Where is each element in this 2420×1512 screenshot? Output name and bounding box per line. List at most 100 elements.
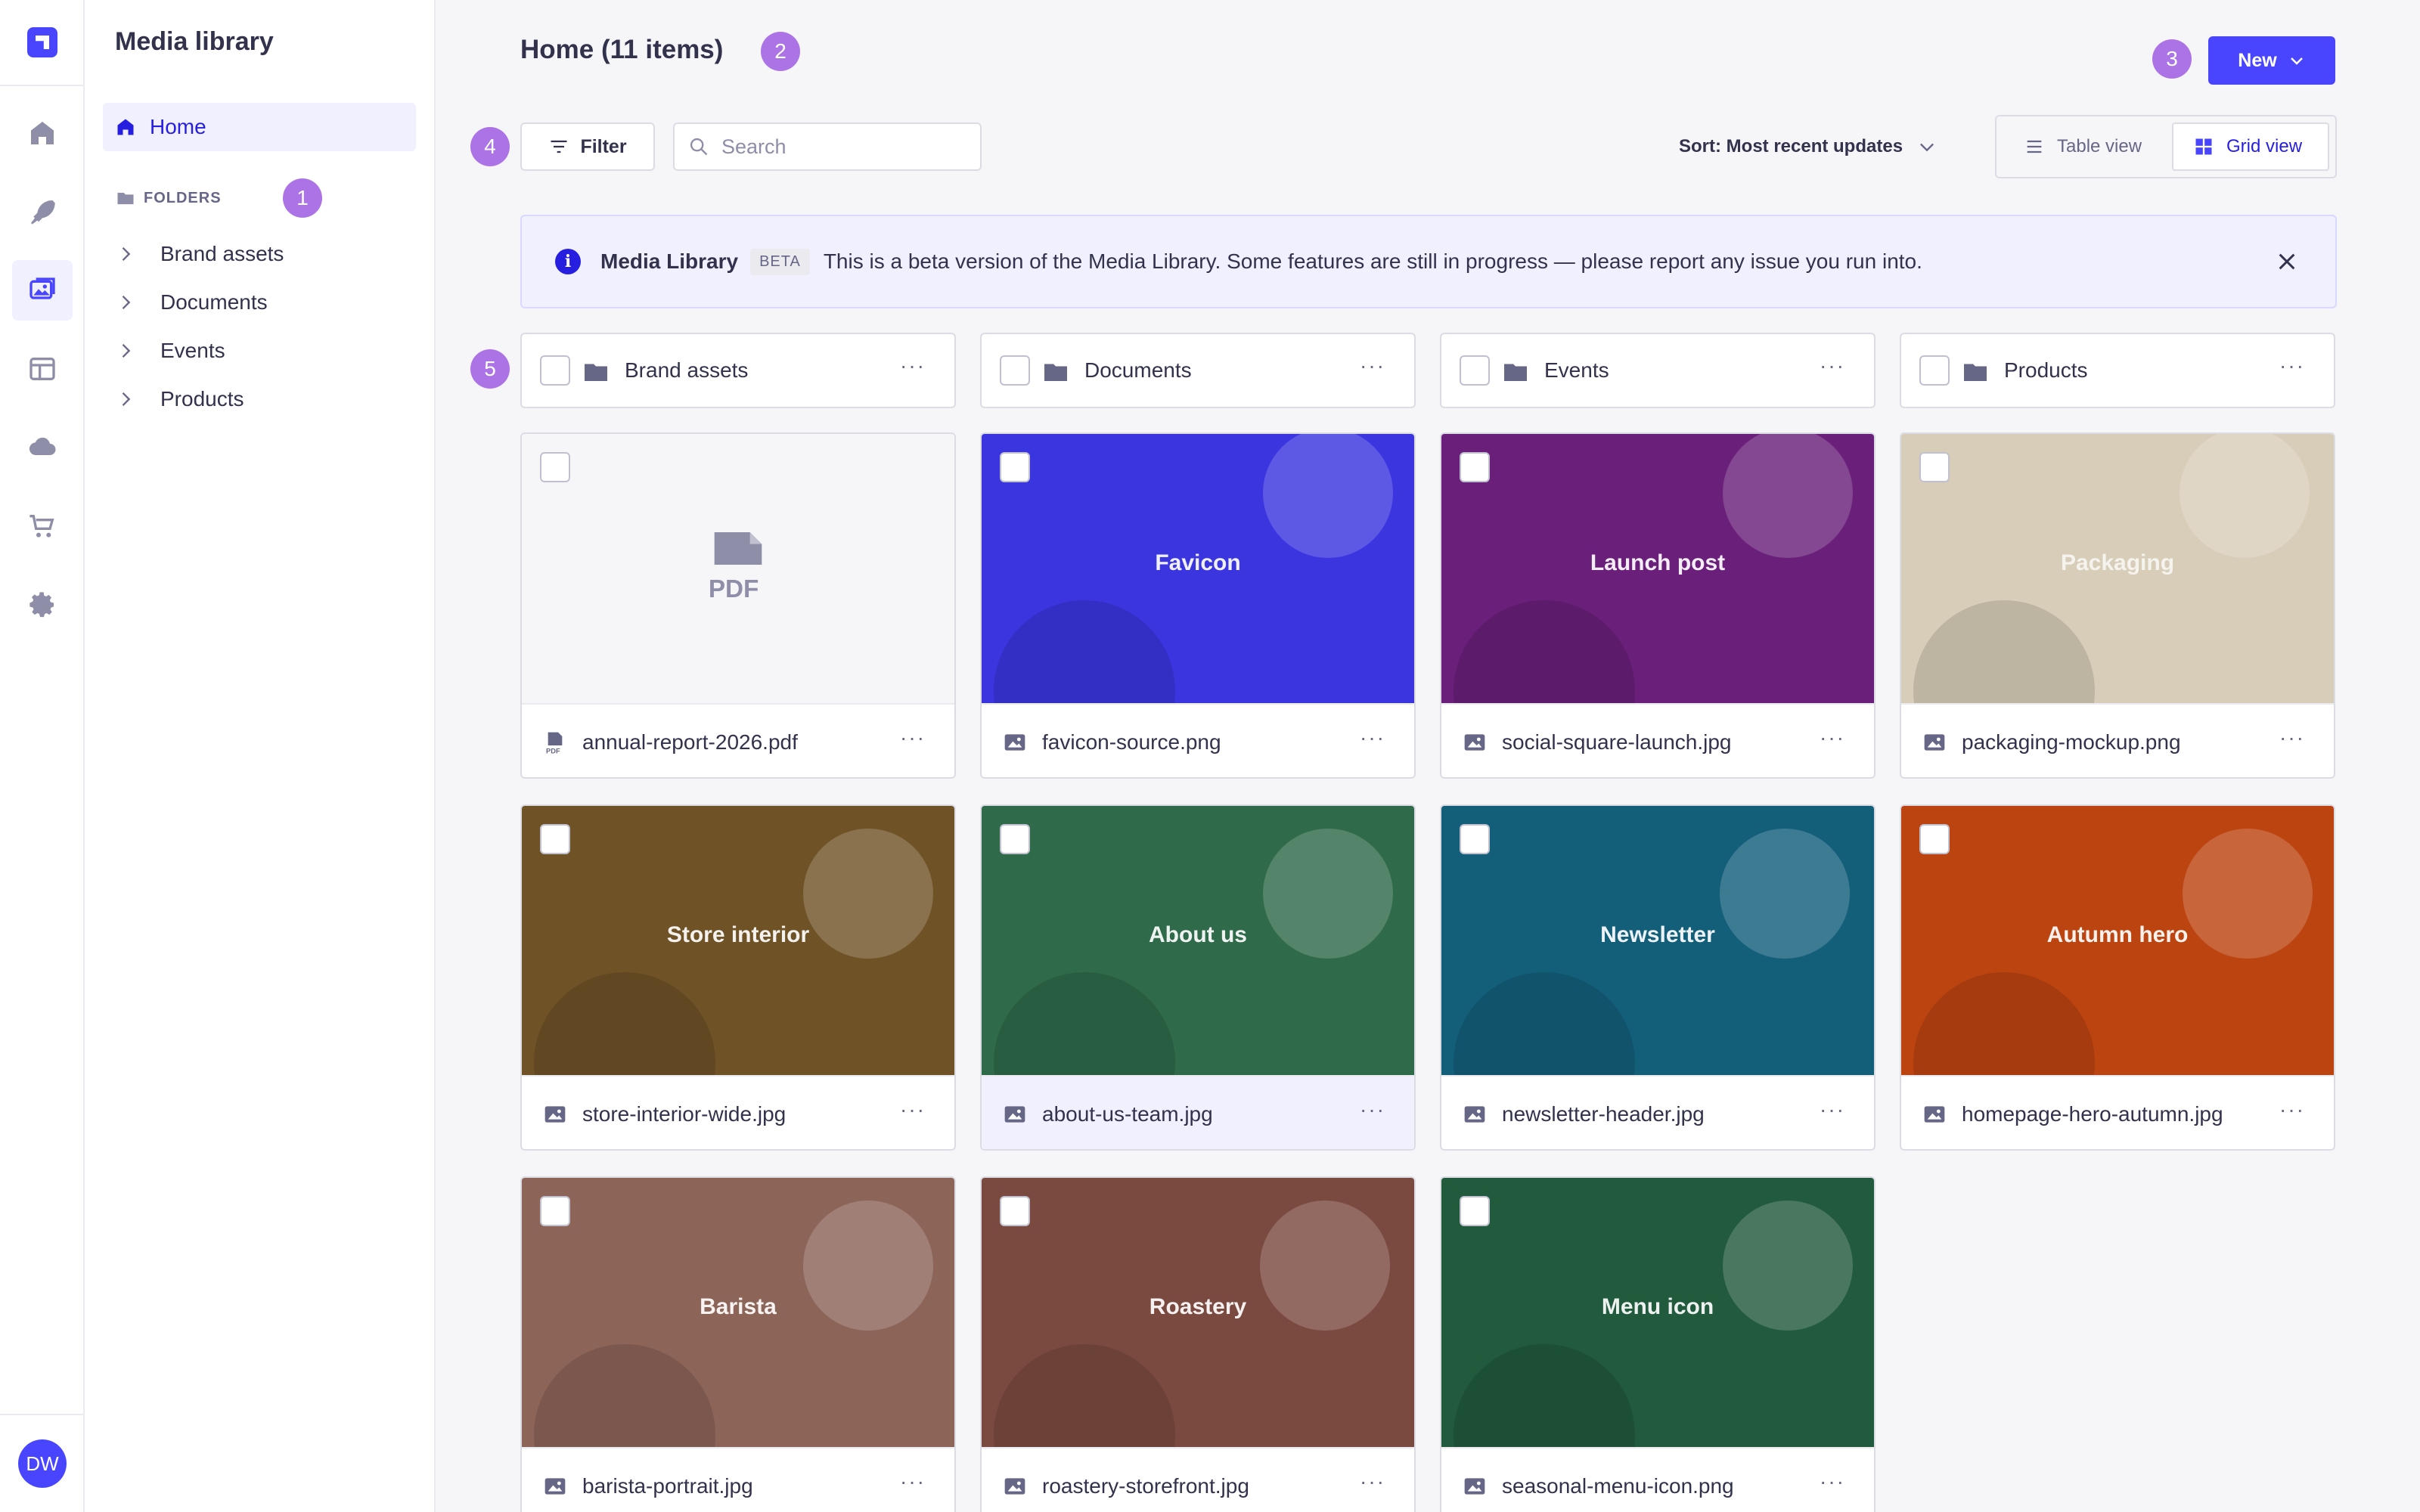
settings-gear-icon[interactable] bbox=[12, 575, 73, 635]
thumbnail-label: Store interior bbox=[666, 922, 810, 947]
search-field[interactable] bbox=[673, 122, 982, 171]
content-manager-icon[interactable] bbox=[12, 181, 73, 242]
asset-checkbox[interactable] bbox=[1000, 452, 1030, 482]
asset-thumbnail[interactable]: Launch post bbox=[1441, 434, 1874, 703]
asset-meta: newsletter-header.jpg ··· bbox=[1441, 1075, 1874, 1149]
grid-view-button[interactable]: Grid view bbox=[2172, 122, 2329, 171]
asset-thumbnail[interactable]: Store interior bbox=[522, 806, 954, 1075]
asset-meta: PDF annual-report-2026.pdf ··· bbox=[522, 703, 954, 777]
cloud-icon[interactable] bbox=[12, 417, 73, 478]
close-icon[interactable] bbox=[2275, 249, 2299, 274]
asset-card[interactable]: Menu icon seasonal-menu-icon.png ··· bbox=[1440, 1176, 1876, 1512]
asset-thumbnail[interactable]: Roastery bbox=[982, 1178, 1414, 1447]
tree-item-events[interactable]: Events bbox=[115, 333, 225, 369]
asset-thumbnail[interactable]: Menu icon bbox=[1441, 1178, 1874, 1447]
asset-checkbox[interactable] bbox=[1460, 824, 1490, 854]
asset-checkbox[interactable] bbox=[1460, 1196, 1490, 1226]
view-toggle: Table view Grid view bbox=[1995, 115, 2337, 178]
asset-card[interactable]: PDF PDF annual-report-2026.pdf ··· bbox=[520, 432, 956, 779]
more-actions-icon[interactable]: ··· bbox=[900, 354, 926, 378]
asset-checkbox[interactable] bbox=[1919, 452, 1950, 482]
more-actions-icon[interactable]: ··· bbox=[1820, 726, 1845, 750]
chevron-right-icon[interactable] bbox=[115, 340, 136, 361]
more-actions-icon[interactable]: ··· bbox=[1820, 354, 1845, 378]
more-actions-icon[interactable]: ··· bbox=[1820, 1470, 1845, 1494]
asset-meta: store-interior-wide.jpg ··· bbox=[522, 1075, 954, 1149]
asset-meta: homepage-hero-autumn.jpg ··· bbox=[1901, 1075, 2334, 1149]
asset-card[interactable]: Autumn hero homepage-hero-autumn.jpg ··· bbox=[1900, 804, 2335, 1151]
chevron-right-icon[interactable] bbox=[115, 292, 136, 313]
asset-thumbnail[interactable]: Autumn hero bbox=[1901, 806, 2334, 1075]
asset-card[interactable]: About us about-us-team.jpg ··· bbox=[980, 804, 1416, 1151]
folder-card[interactable]: Brand assets ··· bbox=[520, 333, 956, 408]
sort-select[interactable]: Sort: Most recent updates bbox=[1679, 129, 1938, 165]
more-actions-icon[interactable]: ··· bbox=[2279, 726, 2305, 750]
asset-card[interactable]: Barista barista-portrait.jpg ··· bbox=[520, 1176, 956, 1512]
subnav-item-home[interactable]: Home bbox=[103, 103, 416, 151]
thumbnail-decoration bbox=[1723, 434, 1853, 558]
asset-thumbnail[interactable]: Favicon bbox=[982, 434, 1414, 703]
asset-card[interactable]: Launch post social-square-launch.jpg ··· bbox=[1440, 432, 1876, 779]
more-actions-icon[interactable]: ··· bbox=[2279, 354, 2305, 378]
folder-checkbox[interactable] bbox=[1460, 355, 1490, 386]
folder-checkbox[interactable] bbox=[1919, 355, 1950, 386]
app-logo[interactable] bbox=[27, 27, 57, 57]
tree-item-brand-assets[interactable]: Brand assets bbox=[115, 236, 284, 272]
asset-checkbox[interactable] bbox=[1000, 824, 1030, 854]
folder-checkbox[interactable] bbox=[540, 355, 570, 386]
main-nav-rail: DW bbox=[0, 0, 85, 1512]
step-badge: 3 bbox=[2152, 39, 2192, 79]
asset-name: store-interior-wide.jpg bbox=[582, 1102, 786, 1126]
asset-meta: favicon-source.png ··· bbox=[982, 703, 1414, 777]
folder-icon bbox=[1964, 364, 1987, 381]
chevron-right-icon[interactable] bbox=[115, 389, 136, 410]
asset-thumbnail[interactable]: Barista bbox=[522, 1178, 954, 1447]
beta-banner: i Media Library BETA This is a beta vers… bbox=[520, 215, 2337, 308]
more-actions-icon[interactable]: ··· bbox=[1360, 1098, 1385, 1122]
more-actions-icon[interactable]: ··· bbox=[2279, 1098, 2305, 1122]
more-actions-icon[interactable]: ··· bbox=[900, 1470, 926, 1494]
asset-thumbnail[interactable]: PDF bbox=[522, 434, 954, 703]
tree-item-documents[interactable]: Documents bbox=[115, 284, 268, 321]
asset-thumbnail[interactable]: Newsletter bbox=[1441, 806, 1874, 1075]
asset-thumbnail[interactable]: About us bbox=[982, 806, 1414, 1075]
user-avatar[interactable]: DW bbox=[18, 1439, 67, 1488]
layout-icon[interactable] bbox=[12, 339, 73, 399]
folder-name: Products bbox=[2004, 358, 2088, 382]
tree-item-products[interactable]: Products bbox=[115, 381, 244, 417]
folder-card[interactable]: Products ··· bbox=[1900, 333, 2335, 408]
more-actions-icon[interactable]: ··· bbox=[1360, 726, 1385, 750]
filter-button[interactable]: Filter bbox=[520, 122, 655, 171]
asset-checkbox[interactable] bbox=[540, 824, 570, 854]
table-view-button[interactable]: Table view bbox=[2024, 122, 2142, 171]
asset-checkbox[interactable] bbox=[540, 452, 570, 482]
more-actions-icon[interactable]: ··· bbox=[1360, 354, 1385, 378]
more-actions-icon[interactable]: ··· bbox=[1820, 1098, 1845, 1122]
folder-icon bbox=[1504, 364, 1527, 381]
banner-text: This is a beta version of the Media Libr… bbox=[823, 249, 1922, 273]
chevron-down-icon bbox=[1920, 143, 1934, 152]
asset-card[interactable]: Newsletter newsletter-header.jpg ··· bbox=[1440, 804, 1876, 1151]
folder-checkbox[interactable] bbox=[1000, 355, 1030, 386]
asset-card[interactable]: Roastery roastery-storefront.jpg ··· bbox=[980, 1176, 1416, 1512]
more-actions-icon[interactable]: ··· bbox=[900, 1098, 926, 1122]
asset-card[interactable]: Store interior store-interior-wide.jpg ··· bbox=[520, 804, 956, 1151]
asset-meta: social-square-launch.jpg ··· bbox=[1441, 703, 1874, 777]
more-actions-icon[interactable]: ··· bbox=[900, 726, 926, 750]
media-library-icon[interactable] bbox=[12, 260, 73, 321]
asset-checkbox[interactable] bbox=[1460, 452, 1490, 482]
asset-checkbox[interactable] bbox=[1000, 1196, 1030, 1226]
asset-checkbox[interactable] bbox=[1919, 824, 1950, 854]
cart-icon[interactable] bbox=[12, 496, 73, 556]
new-button[interactable]: New bbox=[2208, 36, 2335, 85]
asset-thumbnail[interactable]: Packaging bbox=[1901, 434, 2334, 703]
asset-checkbox[interactable] bbox=[540, 1196, 570, 1226]
asset-card[interactable]: Favicon favicon-source.png ··· bbox=[980, 432, 1416, 779]
asset-card[interactable]: Packaging packaging-mockup.png ··· bbox=[1900, 432, 2335, 779]
folder-card[interactable]: Documents ··· bbox=[980, 333, 1416, 408]
home-nav-icon[interactable] bbox=[12, 103, 73, 163]
folder-card[interactable]: Events ··· bbox=[1440, 333, 1876, 408]
search-input[interactable] bbox=[721, 135, 963, 159]
chevron-right-icon[interactable] bbox=[115, 243, 136, 265]
more-actions-icon[interactable]: ··· bbox=[1360, 1470, 1385, 1494]
